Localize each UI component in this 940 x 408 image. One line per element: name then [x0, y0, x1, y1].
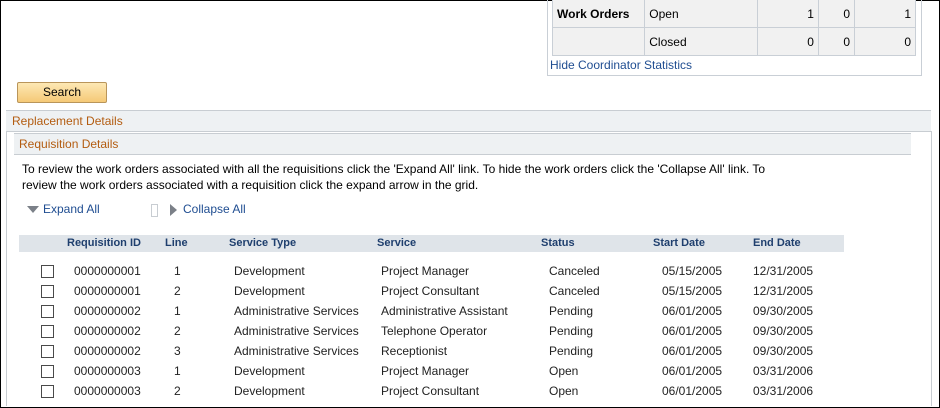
stats-value: 1 [757, 0, 819, 28]
requisition-details-label: Requisition Details [19, 137, 119, 151]
row-checkbox[interactable] [41, 305, 54, 318]
cell-service-type: Development [234, 264, 305, 278]
cell-requisition-id: 0000000001 [74, 264, 141, 278]
cell-start-date: 05/15/2005 [662, 264, 723, 278]
cell-status: Pending [549, 324, 594, 338]
column-header-line[interactable]: Line [165, 237, 188, 249]
table-row: 0000000002 2 Administrative Services Tel… [0, 321, 940, 341]
cell-service-type: Development [234, 364, 305, 378]
cell-status: Open [549, 364, 579, 378]
cell-requisition-id: 0000000002 [74, 324, 141, 338]
row-checkbox[interactable] [41, 345, 54, 358]
replacement-details-header[interactable]: Replacement Details [6, 110, 931, 132]
expand-all-label: Expand All [43, 202, 100, 216]
cell-end-date: 12/31/2005 [753, 264, 814, 278]
hide-coordinator-statistics-link[interactable]: Hide Coordinator Statistics [550, 58, 692, 72]
cell-service: Administrative Assistant [381, 304, 508, 318]
cell-requisition-id: 0000000002 [74, 304, 141, 318]
cell-end-date: 03/31/2006 [753, 384, 814, 398]
expand-arrow-icon [27, 206, 39, 214]
cell-start-date: 06/01/2005 [662, 344, 723, 358]
row-checkbox[interactable] [41, 325, 54, 338]
cell-line: 1 [174, 364, 181, 378]
cell-end-date: 12/31/2005 [753, 284, 814, 298]
cell-status: Canceled [549, 284, 600, 298]
collapse-arrow-icon [170, 203, 177, 216]
cell-service: Telephone Operator [381, 324, 488, 338]
column-header-start-date[interactable]: Start Date [653, 237, 705, 249]
stats-value: 0 [757, 27, 819, 56]
cell-requisition-id: 0000000001 [74, 284, 141, 298]
cell-service: Receptionist [381, 344, 448, 358]
cell-service: Project Manager [381, 264, 470, 278]
cell-status: Canceled [549, 264, 600, 278]
stats-value: 0 [817, 0, 856, 28]
coordinator-stats-table: Work Orders Open 1 0 1 Closed 0 0 0 [551, 0, 916, 56]
cell-service-type: Development [234, 384, 305, 398]
cell-service: Project Consultant [381, 284, 480, 298]
cell-status: Pending [549, 344, 594, 358]
requisition-details-header[interactable]: Requisition Details [14, 133, 911, 155]
column-header-service[interactable]: Service [377, 237, 416, 249]
cell-end-date: 09/30/2005 [753, 304, 814, 318]
collapse-all-label: Collapse All [183, 202, 246, 216]
stats-value: 1 [854, 0, 916, 28]
replacement-details-label: Replacement Details [12, 114, 123, 128]
stats-value: 0 [817, 27, 856, 56]
row-checkbox[interactable] [41, 265, 54, 278]
stats-status-label: Open [644, 0, 759, 28]
cell-start-date: 06/01/2005 [662, 384, 723, 398]
row-checkbox[interactable] [41, 285, 54, 298]
cell-line: 3 [174, 344, 181, 358]
cell-start-date: 06/01/2005 [662, 304, 723, 318]
stats-row-open: Work Orders Open 1 0 1 [551, 0, 916, 28]
cell-line: 2 [174, 384, 181, 398]
instructions-text: To review the work orders associated wit… [22, 162, 766, 192]
expand-all-link[interactable]: Expand All [27, 202, 100, 216]
grid-header: Requisition ID Line Service Type Service… [19, 235, 844, 252]
column-header-end-date[interactable]: End Date [753, 237, 801, 249]
cell-requisition-id: 0000000002 [74, 344, 141, 358]
search-button[interactable]: Search [17, 82, 107, 103]
cell-start-date: 06/01/2005 [662, 324, 723, 338]
cell-line: 2 [174, 324, 181, 338]
cell-service-type: Administrative Services [234, 344, 359, 358]
cell-start-date: 05/15/2005 [662, 284, 723, 298]
cell-requisition-id: 0000000003 [74, 364, 141, 378]
row-checkbox[interactable] [41, 385, 54, 398]
cell-end-date: 09/30/2005 [753, 344, 814, 358]
stats-status-label: Closed [644, 27, 759, 56]
table-row: 0000000001 1 Development Project Manager… [0, 261, 940, 281]
cell-service-type: Administrative Services [234, 324, 359, 338]
row-checkbox[interactable] [41, 365, 54, 378]
table-row: 0000000001 2 Development Project Consult… [0, 281, 940, 301]
cell-service-type: Development [234, 284, 305, 298]
collapse-all-link[interactable]: Collapse All [170, 202, 246, 216]
table-row: 0000000003 1 Development Project Manager… [0, 361, 940, 381]
separator [151, 204, 158, 217]
stats-group-label: Work Orders [551, 0, 646, 28]
cell-end-date: 09/30/2005 [753, 324, 814, 338]
cell-service: Project Manager [381, 364, 470, 378]
stats-row-closed: Closed 0 0 0 [551, 27, 916, 56]
column-header-status[interactable]: Status [541, 237, 575, 249]
stats-group-label [551, 27, 646, 56]
cell-status: Open [549, 384, 579, 398]
table-row: 0000000002 1 Administrative Services Adm… [0, 301, 940, 321]
cell-service-type: Administrative Services [234, 304, 359, 318]
column-header-requisition-id[interactable]: Requisition ID [67, 237, 141, 249]
table-row: 0000000003 2 Development Project Consult… [0, 381, 940, 401]
column-header-service-type[interactable]: Service Type [229, 237, 296, 249]
cell-start-date: 06/01/2005 [662, 364, 723, 378]
table-row: 0000000002 3 Administrative Services Rec… [0, 341, 940, 361]
cell-line: 1 [174, 304, 181, 318]
cell-line: 1 [174, 264, 181, 278]
cell-status: Pending [549, 304, 594, 318]
stats-value: 0 [854, 27, 916, 56]
cell-line: 2 [174, 284, 181, 298]
cell-end-date: 03/31/2006 [753, 364, 814, 378]
cell-requisition-id: 0000000003 [74, 384, 141, 398]
cell-service: Project Consultant [381, 384, 480, 398]
